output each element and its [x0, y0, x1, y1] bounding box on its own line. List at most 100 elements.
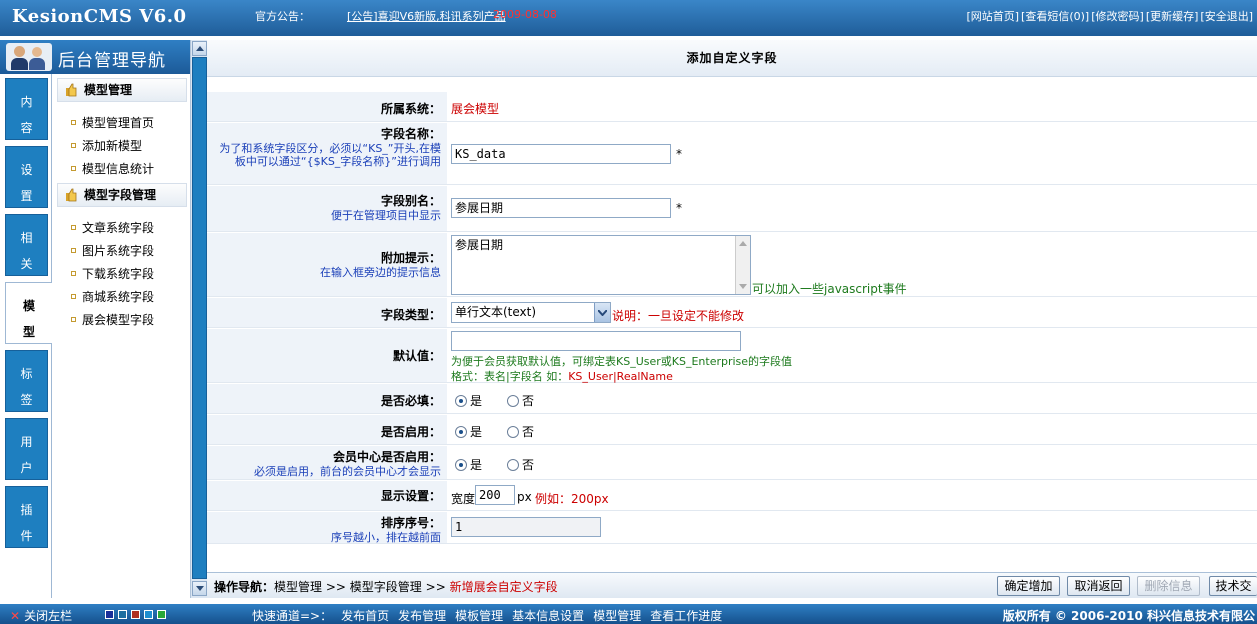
default-format-example: KS_User|RealName	[568, 370, 673, 383]
tab-users[interactable]: 用户	[5, 418, 48, 480]
label-is-enabled: 是否启用：	[380, 425, 441, 439]
member-yes-radio[interactable]: 是	[455, 456, 482, 473]
close-left-label: 关闭左栏	[24, 609, 73, 623]
default-value-input[interactable]	[451, 331, 741, 351]
link-messages[interactable]: [查看短信(0)]	[1021, 10, 1089, 23]
menu-group-title: 模型字段管理	[84, 188, 157, 202]
sidebar-scrollbar[interactable]	[190, 40, 207, 598]
field-alias-input[interactable]: 参展日期	[451, 198, 671, 218]
required-star: *	[676, 147, 682, 161]
type-note-label: 说明：	[612, 309, 649, 323]
theme-swatch-4[interactable]	[144, 610, 153, 619]
breadcrumb-current: 新增展会自定义字段	[449, 580, 558, 594]
row-value: 参展日期 *	[451, 186, 751, 231]
sidebar-item-image-fields[interactable]: 图片系统字段	[71, 242, 154, 259]
scroll-up-button[interactable]	[192, 41, 207, 56]
menu-group-field-management[interactable]: 模型字段管理	[57, 183, 187, 207]
breadcrumb-model-management[interactable]: 模型管理	[274, 580, 322, 594]
quick-link-basic-settings[interactable]: 基本信息设置	[512, 609, 584, 623]
tab-model[interactable]: 模型	[5, 282, 52, 344]
quick-links: 快速通道=>： 发布首页 发布管理 模板管理 基本信息设置 模型管理 查看工作进度	[252, 607, 731, 624]
width-unit: px	[517, 490, 532, 504]
default-hint: 为便于会员获取默认值，可绑定表KS_User或KS_Enterprise的字段值	[451, 355, 793, 368]
required-no-radio[interactable]: 否	[507, 392, 534, 409]
bullet-icon	[71, 271, 76, 276]
scrollbar-thumb[interactable]	[192, 57, 207, 579]
tab-tags[interactable]: 标签	[5, 350, 48, 412]
menu-group-model-management[interactable]: 模型管理	[57, 78, 187, 102]
tab-label: 插件	[20, 503, 33, 543]
dropdown-button[interactable]	[594, 303, 610, 322]
sidebar-item-model-stats[interactable]: 模型信息统计	[71, 160, 154, 177]
notice-link[interactable]: [公告]喜迎V6新版,科讯系列产品	[347, 8, 506, 24]
menu-group-title: 模型管理	[84, 83, 133, 97]
width-input[interactable]: 200	[475, 485, 515, 505]
required-star: *	[676, 201, 682, 215]
radio-label: 是	[470, 425, 483, 439]
tab-label: 相关	[20, 231, 33, 271]
tab-content[interactable]: 内容	[5, 78, 48, 140]
sidebar-item-expo-fields[interactable]: 展会模型字段	[71, 311, 154, 328]
link-change-password[interactable]: [修改密码]	[1091, 10, 1144, 23]
link-logout[interactable]: [安全退出]	[1200, 10, 1253, 23]
breadcrumb-separator: >>	[425, 580, 446, 594]
label-system: 所属系统：	[380, 102, 441, 116]
textarea-scrollbar[interactable]	[735, 236, 750, 294]
row-is-required: 是否必填： 是 否	[207, 384, 1257, 414]
sort-order-input[interactable]: 1	[451, 517, 601, 537]
quick-link-publish-manage[interactable]: 发布管理	[398, 609, 446, 623]
link-site-home[interactable]: [网站首页]	[966, 10, 1019, 23]
quick-link-template-manage[interactable]: 模板管理	[455, 609, 503, 623]
link-update-cache[interactable]: [更新缓存]	[1146, 10, 1199, 23]
enabled-no-radio[interactable]: 否	[507, 423, 534, 440]
scroll-down-button[interactable]	[192, 581, 207, 596]
row-value: 为便于会员获取默认值，可绑定表KS_User或KS_Enterprise的字段值…	[451, 329, 1151, 383]
field-type-select[interactable]: 单行文本(text)	[451, 302, 611, 323]
tab-label: 标签	[20, 367, 33, 407]
row-system: 所属系统： 展会模型	[207, 92, 1257, 122]
sidebar-item-download-fields[interactable]: 下载系统字段	[71, 265, 154, 282]
label-field-alias: 字段别名：	[380, 194, 441, 208]
tab-related[interactable]: 相关	[5, 214, 48, 276]
quick-link-model-manage[interactable]: 模型管理	[593, 609, 641, 623]
field-name-input[interactable]: KS_data	[451, 144, 671, 164]
theme-swatch-5[interactable]	[157, 610, 166, 619]
sidebar-item-shop-fields[interactable]: 商城系统字段	[71, 288, 154, 305]
row-value: 是 否	[451, 384, 651, 413]
row-label: 排序序号： 序号越小，排在越前面	[207, 512, 447, 544]
sidebar-item-label: 文章系统字段	[82, 221, 155, 235]
theme-swatch-3[interactable]	[131, 610, 140, 619]
member-no-radio[interactable]: 否	[507, 456, 534, 473]
top-header: KesionCMS V6.0 官方公告： [公告]喜迎V6新版,科讯系列产品 2…	[0, 0, 1257, 36]
cancel-return-button[interactable]: 取消返回	[1067, 576, 1130, 596]
quick-link-work-progress[interactable]: 查看工作进度	[650, 609, 722, 623]
hint-field-name: 为了和系统字段区分，必须以“KS_”开头,在模板中可以通过“{$KS_字段名称}…	[219, 142, 441, 168]
radio-unchecked-icon	[507, 458, 519, 471]
theme-swatch-2[interactable]	[118, 610, 127, 619]
sidebar-item-article-fields[interactable]: 文章系统字段	[71, 219, 154, 236]
required-yes-radio[interactable]: 是	[455, 392, 482, 409]
type-note: 说明：一旦设定不能修改	[612, 307, 744, 324]
row-label: 显示设置：	[207, 481, 447, 510]
extra-tip-textarea[interactable]: 参展日期	[451, 235, 751, 295]
arrow-up-icon	[739, 241, 747, 246]
row-label: 是否必填：	[207, 384, 447, 413]
quick-link-publish-home[interactable]: 发布首页	[341, 609, 389, 623]
tab-settings[interactable]: 设置	[5, 146, 48, 208]
sidebar-item-add-model[interactable]: 添加新模型	[71, 137, 142, 154]
tip-note: 可以加入一些javascript事件	[752, 282, 907, 296]
sidebar-item-model-home[interactable]: 模型管理首页	[71, 114, 154, 131]
radio-label: 否	[522, 425, 535, 439]
delete-info-button[interactable]: 删除信息	[1137, 576, 1200, 596]
breadcrumb-field-management[interactable]: 模型字段管理	[350, 580, 422, 594]
tech-exchange-button[interactable]: 技术交	[1209, 576, 1257, 596]
theme-swatch-1[interactable]	[105, 610, 114, 619]
confirm-add-button[interactable]: 确定增加	[997, 576, 1060, 596]
radio-checked-icon	[455, 394, 467, 407]
tab-plugins[interactable]: 插件	[5, 486, 48, 548]
radio-label: 是	[470, 458, 483, 472]
enabled-yes-radio[interactable]: 是	[455, 423, 482, 440]
bullet-icon	[71, 225, 76, 230]
close-left-panel-button[interactable]: ✕ 关闭左栏	[10, 607, 72, 624]
row-label: 字段类型：	[207, 298, 447, 327]
